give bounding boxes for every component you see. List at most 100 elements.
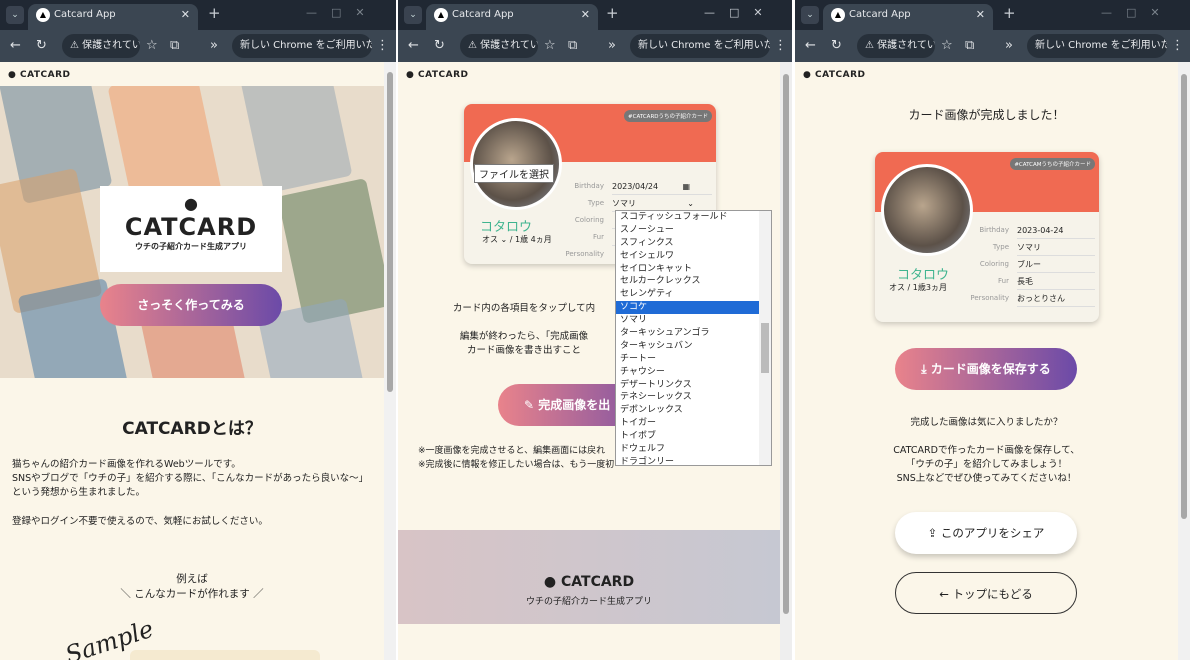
tab-catcard[interactable]: ▲ Catcard App ✕ bbox=[28, 4, 198, 30]
tab-search-icon[interactable]: ⌄ bbox=[404, 6, 422, 24]
address-bar: ← ↻ ⚠ 保護されてい ☆ ⧉ » 新しい Chrome をご利用いただけます… bbox=[795, 30, 1190, 62]
breed-option[interactable]: チートー bbox=[616, 353, 771, 366]
address-bar: ← ↻ ⚠ 保護されてい ☆ ⧉ » 新しい Chrome をご利用いただけます… bbox=[0, 30, 396, 62]
tab-catcard[interactable]: ▲ Catcard App ✕ bbox=[823, 4, 993, 30]
share-app-button[interactable]: ⇪ このアプリをシェア bbox=[895, 512, 1077, 554]
tab-catcard[interactable]: ▲ Catcard App ✕ bbox=[426, 4, 598, 30]
cat-name-input[interactable]: コタロウ bbox=[480, 216, 532, 235]
card-badge: #CATCARDうちの子紹介カード bbox=[624, 110, 712, 122]
tab-bar: ⌄ ▲ Catcard App ✕ + —□✕ bbox=[398, 0, 792, 30]
brand-logo: ● CATCARD bbox=[8, 70, 71, 80]
reload-icon[interactable]: ↻ bbox=[434, 38, 445, 53]
site-info-pill[interactable]: ⚠ 保護されてい bbox=[460, 34, 538, 58]
bookmark-star-icon[interactable]: ☆ bbox=[941, 38, 953, 53]
more-chevron-icon[interactable]: » bbox=[608, 38, 616, 53]
new-tab-icon[interactable]: + bbox=[208, 4, 221, 22]
hero-bg-card bbox=[237, 86, 353, 194]
window-controls[interactable]: —□✕ bbox=[704, 6, 777, 19]
breed-option[interactable]: ソマリ bbox=[616, 314, 771, 327]
breed-option[interactable]: デボンレックス bbox=[616, 404, 771, 417]
new-tab-icon[interactable]: + bbox=[1003, 4, 1016, 22]
file-select-button[interactable]: ファイルを選択 bbox=[474, 164, 554, 183]
share-text-2: 「ウチの子」を紹介してみましょう！ bbox=[905, 459, 1068, 470]
breed-option[interactable]: テネシーレックス bbox=[616, 391, 771, 404]
back-icon[interactable]: ← bbox=[408, 38, 419, 53]
card-field-type: Type ソマリ bbox=[993, 239, 1095, 256]
breed-option[interactable]: ドウェルフ bbox=[616, 443, 771, 456]
page-scrollbar[interactable] bbox=[780, 62, 792, 660]
menu-dots-icon[interactable]: ⋮ bbox=[376, 38, 389, 53]
about-text-2: SNSやブログで「ウチの子」を紹介する際に、「こんなカードがあったら良いな〜」と… bbox=[12, 473, 369, 498]
breed-option[interactable]: チャウシー bbox=[616, 366, 771, 379]
more-chevron-icon[interactable]: » bbox=[210, 38, 218, 53]
breed-option[interactable]: ターキッシュアンゴラ bbox=[616, 327, 771, 340]
breed-option[interactable]: ターキッシュバン bbox=[616, 340, 771, 353]
example-caption: ＼ こんなカードが作れます ／ bbox=[120, 588, 264, 600]
extensions-icon[interactable]: ⧉ bbox=[170, 38, 179, 53]
breed-option[interactable]: スコティッシュフォールド bbox=[616, 211, 771, 224]
breed-dropdown-list[interactable]: スコティッシュフォールド スノーシュー スフィンクス セイシェルワ セイロンキャット セル… bbox=[615, 210, 772, 466]
site-info-pill[interactable]: ⚠ 保護されてい bbox=[62, 34, 140, 58]
breed-option[interactable]: スノーシュー bbox=[616, 224, 771, 237]
download-icon: ⤓ bbox=[921, 362, 927, 376]
breed-option[interactable]: セルカークレックス bbox=[616, 275, 771, 288]
tab-search-icon[interactable]: ⌄ bbox=[6, 6, 24, 24]
breed-option[interactable]: ソコケ bbox=[616, 301, 771, 315]
cat-icon: ● bbox=[184, 194, 198, 213]
site-info-pill[interactable]: ⚠ 保護されてい bbox=[857, 34, 935, 58]
brand-logo: ● CATCARD bbox=[803, 70, 866, 80]
extensions-icon[interactable]: ⧉ bbox=[965, 38, 974, 53]
card-field-personality: Personality おっとりさん bbox=[970, 290, 1095, 307]
menu-dots-icon[interactable]: ⋮ bbox=[774, 38, 787, 53]
close-tab-icon[interactable]: ✕ bbox=[181, 4, 190, 26]
footer-subtitle: ウチの子紹介カード生成アプリ bbox=[525, 597, 652, 607]
page-scrollbar[interactable] bbox=[384, 62, 396, 660]
breed-option[interactable]: セイロンキャット bbox=[616, 263, 771, 276]
footer-logo: ● CATCARD bbox=[543, 574, 635, 590]
dropdown-scrollbar[interactable] bbox=[759, 211, 771, 465]
more-chevron-icon[interactable]: » bbox=[1005, 38, 1013, 53]
breed-option[interactable]: トイガー bbox=[616, 417, 771, 430]
magic-wand-icon: ✎ bbox=[524, 398, 535, 412]
breed-option[interactable]: デザートリンクス bbox=[616, 379, 771, 392]
back-to-top-button[interactable]: ← トップにもどる bbox=[895, 572, 1077, 614]
update-chrome-pill[interactable]: 新しい Chrome をご利用いただけます bbox=[232, 34, 372, 58]
breed-option[interactable]: セイシェルワ bbox=[616, 250, 771, 263]
about-title: CATCARDとは？ bbox=[122, 419, 262, 439]
back-icon[interactable]: ← bbox=[805, 38, 816, 53]
cat-card-result: #CATCAMうちの子紹介カード コタロウ オス / 1歳3ヵ月 Birthda… bbox=[875, 152, 1099, 322]
reload-icon[interactable]: ↻ bbox=[831, 38, 842, 53]
page-scrollbar[interactable] bbox=[1178, 62, 1190, 660]
tab-bar: ⌄ ▲ Catcard App ✕ + —□✕ bbox=[0, 0, 396, 30]
new-tab-icon[interactable]: + bbox=[606, 4, 619, 22]
back-icon[interactable]: ← bbox=[10, 38, 21, 53]
reload-icon[interactable]: ↻ bbox=[36, 38, 47, 53]
menu-dots-icon[interactable]: ⋮ bbox=[1171, 38, 1184, 53]
start-button[interactable]: さっそく作ってみる bbox=[100, 284, 282, 326]
arrow-left-icon: ← bbox=[939, 587, 949, 601]
tab-search-icon[interactable]: ⌄ bbox=[801, 6, 819, 24]
bookmark-star-icon[interactable]: ☆ bbox=[146, 38, 158, 53]
hero-logo-box: ● CATCARD ウチの子紹介カード生成アプリ bbox=[100, 186, 282, 272]
bookmark-star-icon[interactable]: ☆ bbox=[544, 38, 556, 53]
window-controls[interactable]: —□✕ bbox=[306, 6, 379, 19]
close-tab-icon[interactable]: ✕ bbox=[581, 4, 590, 26]
birthday-field[interactable]: Birthday 2023/04/24 ▦ bbox=[574, 178, 712, 195]
card-badge: #CATCAMうちの子紹介カード bbox=[1010, 158, 1095, 170]
card-field-coloring: Coloring ブルー bbox=[980, 256, 1095, 273]
sex-select[interactable]: オス ⌄ / 1歳 4ヵ月 bbox=[482, 234, 552, 245]
favicon-icon: ▲ bbox=[831, 8, 845, 22]
breed-option[interactable]: ドラゴンリー bbox=[616, 456, 771, 465]
window-controls[interactable]: —□✕ bbox=[1101, 6, 1174, 19]
save-image-button[interactable]: ⤓ カード画像を保存する bbox=[895, 348, 1077, 390]
extensions-icon[interactable]: ⧉ bbox=[568, 38, 577, 53]
breed-option[interactable]: セレンゲティ bbox=[616, 288, 771, 301]
complete-message: カード画像が完成しました！ bbox=[908, 108, 1065, 122]
about-text-3: 登録やログイン不要で使えるので、気軽にお試しください。 bbox=[12, 516, 268, 527]
update-chrome-pill[interactable]: 新しい Chrome をご利用いただけます bbox=[1027, 34, 1167, 58]
breed-option[interactable]: スフィンクス bbox=[616, 237, 771, 250]
update-chrome-pill[interactable]: 新しい Chrome をご利用いただけます bbox=[630, 34, 770, 58]
close-tab-icon[interactable]: ✕ bbox=[976, 4, 985, 26]
breed-option[interactable]: トイボブ bbox=[616, 430, 771, 443]
hero-logo-text: CATCARD bbox=[124, 213, 258, 241]
